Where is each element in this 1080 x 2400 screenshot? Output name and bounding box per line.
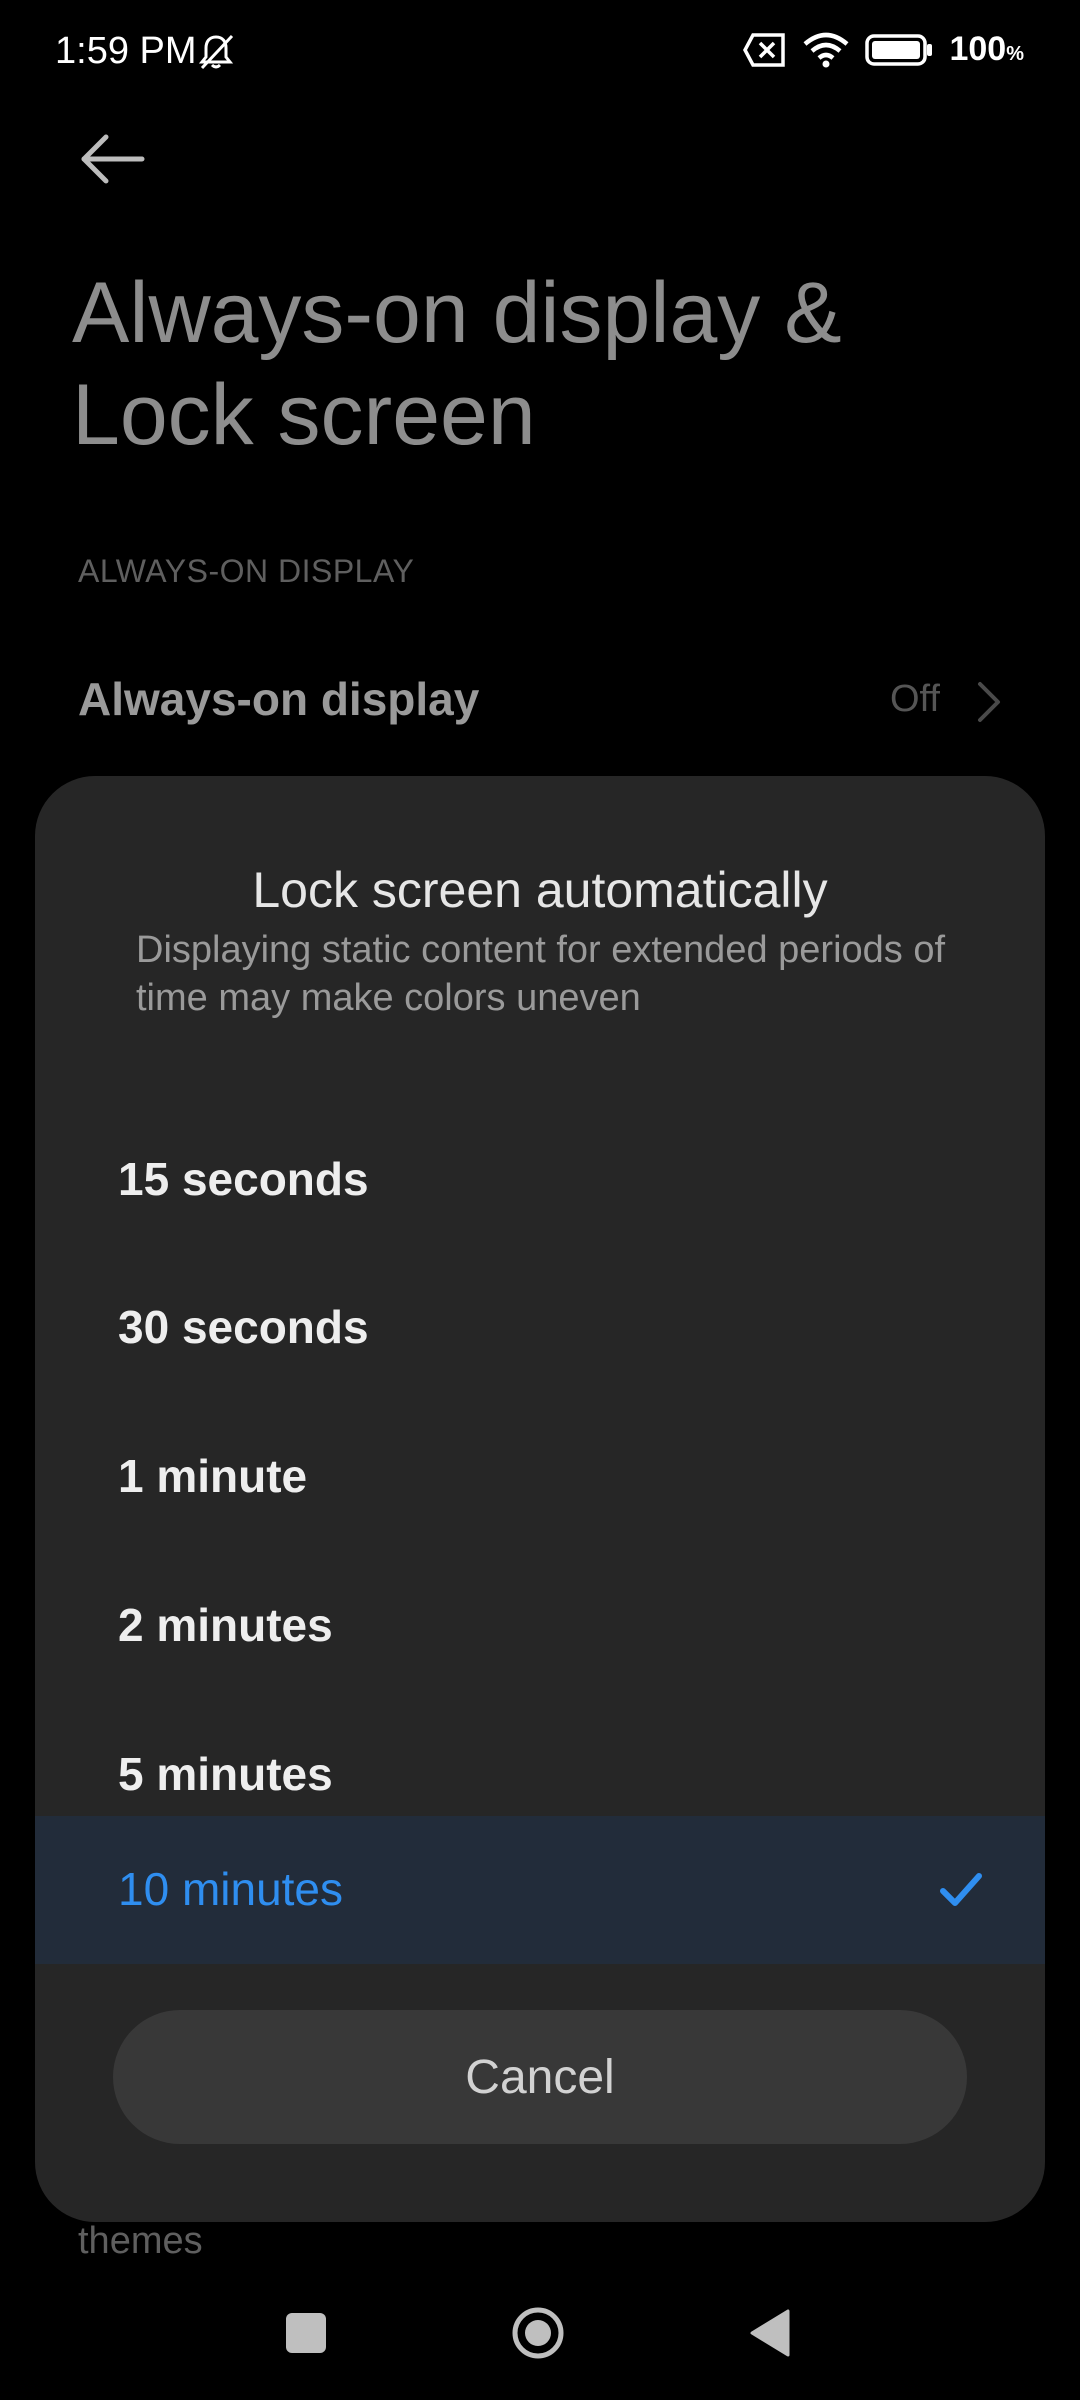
option-10-minutes[interactable]: 10 minutes <box>35 1816 1045 1964</box>
status-icons: 100% <box>743 30 1024 69</box>
chevron-right-icon <box>978 682 1000 722</box>
dialog-subtitle: Displaying static content for extended p… <box>136 929 946 1019</box>
lock-screen-dialog: Lock screen automatically Displaying sta… <box>35 776 1045 2222</box>
section-header: ALWAYS-ON DISPLAY <box>78 553 415 589</box>
option-label: 15 seconds <box>118 1153 369 1205</box>
bell-off-icon <box>198 34 234 70</box>
dialog-title: Lock screen automatically <box>252 862 828 918</box>
option-label: 10 minutes <box>118 1863 344 1915</box>
page-title: Always-on display & Lock screen <box>72 265 842 463</box>
option-label: 1 minute <box>118 1450 308 1502</box>
always-on-display-row[interactable]: Always-on display Off <box>0 650 1080 755</box>
cancel-button[interactable]: Cancel <box>113 2010 967 2144</box>
back-triangle-icon[interactable] <box>748 2307 790 2359</box>
themes-text: themes <box>78 2220 203 2262</box>
option-label: 30 seconds <box>118 1301 369 1353</box>
always-on-display-value: Off <box>890 678 940 720</box>
status-bar: 1:59 PM 100% <box>0 0 1080 105</box>
option-label: 2 minutes <box>118 1599 333 1651</box>
option-2-minutes[interactable]: 2 minutes <box>35 1552 1045 1700</box>
battery-icon <box>865 33 933 66</box>
arrow-left-icon[interactable] <box>72 124 152 194</box>
wifi-icon <box>804 32 849 67</box>
recents-icon[interactable] <box>286 2313 326 2353</box>
always-on-display-label: Always-on display <box>78 673 480 725</box>
option-30-seconds[interactable]: 30 seconds <box>35 1254 1045 1402</box>
navigation-bar <box>0 2280 1080 2400</box>
option-1-minute[interactable]: 1 minute <box>35 1403 1045 1551</box>
checkmark-icon <box>940 1873 982 1906</box>
status-time: 1:59 PM <box>55 30 197 72</box>
battery-percent: 100% <box>949 30 1024 68</box>
option-15-seconds[interactable]: 15 seconds <box>35 1106 1045 1254</box>
option-label: 5 minutes <box>118 1748 333 1800</box>
home-icon[interactable] <box>510 2305 566 2361</box>
sim-error-icon <box>743 32 786 67</box>
